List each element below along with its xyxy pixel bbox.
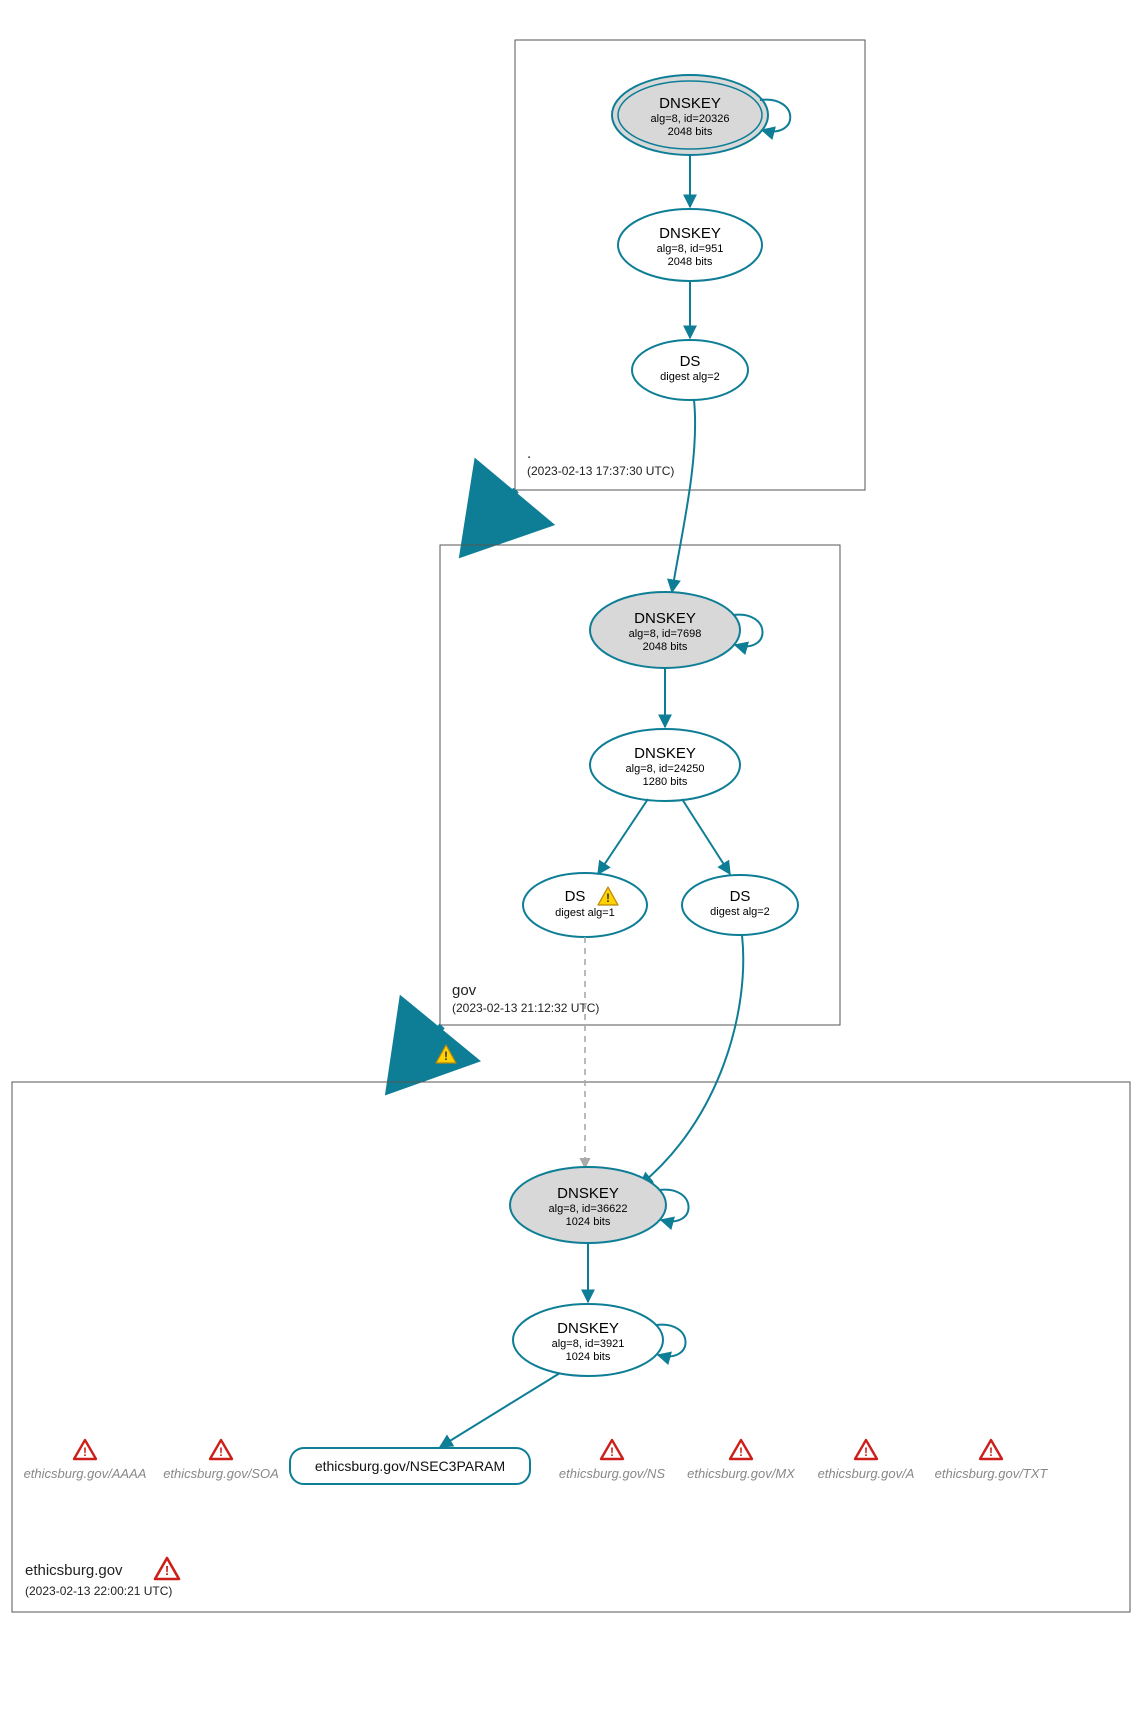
error-icon: !: [155, 1558, 179, 1579]
rr-mx: ! ethicsburg.gov/MX: [687, 1440, 796, 1481]
node-root-dnskey-zsk: DNSKEY alg=8, id=951 2048 bits: [618, 209, 762, 281]
edge-govds2-to-ethksk: [640, 935, 743, 1185]
edge-gov-zsk-to-ds1: [598, 799, 648, 874]
edge-gov-to-ethicsburg-deleg: [396, 1026, 442, 1082]
rr-a: ! ethicsburg.gov/A: [818, 1440, 915, 1481]
gov-zsk-l2: 1280 bits: [643, 776, 688, 788]
root-ksk-title: DNSKEY: [659, 95, 721, 112]
root-ds-title: DS: [680, 353, 701, 370]
svg-text:!: !: [606, 891, 610, 905]
rr-ns-label: ethicsburg.gov/NS: [559, 1466, 666, 1481]
error-icon: !: [855, 1440, 877, 1459]
svg-text:!: !: [83, 1445, 87, 1459]
error-icon: !: [730, 1440, 752, 1459]
error-icon: !: [601, 1440, 623, 1459]
root-zsk-title: DNSKEY: [659, 225, 721, 242]
node-gov-ds1: DS digest alg=1 !: [523, 873, 647, 937]
eth-nsec3-label: ethicsburg.gov/NSEC3PARAM: [315, 1458, 505, 1474]
gov-ds2-title: DS: [730, 888, 751, 905]
gov-ds2-l1: digest alg=2: [710, 906, 770, 918]
node-eth-dnskey-ksk: DNSKEY alg=8, id=36622 1024 bits: [510, 1167, 666, 1243]
eth-ksk-title: DNSKEY: [557, 1185, 619, 1202]
zone-root-label: .: [527, 445, 531, 462]
zone-gov-time: (2023-02-13 21:12:32 UTC): [452, 1001, 599, 1015]
error-icon: !: [74, 1440, 96, 1459]
edge-rootds-to-govksk: [672, 400, 695, 592]
zone-gov-label: gov: [452, 982, 477, 999]
gov-ksk-l1: alg=8, id=7698: [629, 628, 702, 640]
rr-soa: ! ethicsburg.gov/SOA: [163, 1440, 279, 1481]
node-eth-nsec3param: ethicsburg.gov/NSEC3PARAM: [290, 1448, 530, 1484]
zone-root-time: (2023-02-13 17:37:30 UTC): [527, 464, 674, 478]
eth-zsk-title: DNSKEY: [557, 1320, 619, 1337]
gov-ksk-l2: 2048 bits: [643, 641, 688, 653]
gov-zsk-l1: alg=8, id=24250: [626, 763, 705, 775]
svg-text:!: !: [610, 1445, 614, 1459]
eth-zsk-l1: alg=8, id=3921: [552, 1338, 625, 1350]
gov-ksk-title: DNSKEY: [634, 610, 696, 627]
svg-text:!: !: [444, 1049, 448, 1063]
root-ksk-l2: 2048 bits: [668, 126, 713, 138]
rr-txt: ! ethicsburg.gov/TXT: [935, 1440, 1049, 1481]
gov-zsk-title: DNSKEY: [634, 745, 696, 762]
node-gov-dnskey-ksk: DNSKEY alg=8, id=7698 2048 bits: [590, 592, 740, 668]
rr-aaaa-label: ethicsburg.gov/AAAA: [24, 1466, 147, 1481]
warning-icon: !: [436, 1045, 456, 1063]
rr-ns: ! ethicsburg.gov/NS: [559, 1440, 666, 1481]
svg-text:!: !: [165, 1563, 169, 1578]
edge-gov-zsk-to-ds2: [682, 799, 730, 874]
edge-root-to-gov-deleg: [470, 490, 516, 545]
node-eth-dnskey-zsk: DNSKEY alg=8, id=3921 1024 bits: [513, 1304, 663, 1376]
node-root-dnskey-ksk: DNSKEY alg=8, id=20326 2048 bits: [612, 75, 768, 155]
dnssec-graph: DNSKEY alg=8, id=20326 2048 bits DNSKEY …: [0, 0, 1147, 1715]
rr-aaaa: ! ethicsburg.gov/AAAA: [24, 1440, 147, 1481]
edge-eth-zsk-to-nsec3: [440, 1373, 560, 1447]
zone-eth-time: (2023-02-13 22:00:21 UTC): [25, 1584, 172, 1598]
rr-soa-label: ethicsburg.gov/SOA: [163, 1466, 279, 1481]
node-gov-dnskey-zsk: DNSKEY alg=8, id=24250 1280 bits: [590, 729, 740, 801]
root-ksk-l1: alg=8, id=20326: [651, 113, 730, 125]
gov-ds1-title: DS: [565, 888, 586, 905]
svg-text:!: !: [989, 1445, 993, 1459]
error-icon: !: [980, 1440, 1002, 1459]
svg-text:!: !: [739, 1445, 743, 1459]
rr-mx-label: ethicsburg.gov/MX: [687, 1466, 796, 1481]
eth-zsk-l2: 1024 bits: [566, 1351, 611, 1363]
root-ds-l1: digest alg=2: [660, 371, 720, 383]
svg-text:!: !: [864, 1445, 868, 1459]
root-zsk-l1: alg=8, id=951: [657, 243, 724, 255]
rr-txt-label: ethicsburg.gov/TXT: [935, 1466, 1049, 1481]
node-gov-ds2: DS digest alg=2: [682, 875, 798, 935]
gov-ds1-l1: digest alg=1: [555, 907, 615, 919]
node-root-ds: DS digest alg=2: [632, 340, 748, 400]
svg-text:!: !: [219, 1445, 223, 1459]
zone-eth-label: ethicsburg.gov: [25, 1562, 123, 1579]
eth-ksk-l1: alg=8, id=36622: [549, 1203, 628, 1215]
rr-a-label: ethicsburg.gov/A: [818, 1466, 915, 1481]
error-icon: !: [210, 1440, 232, 1459]
eth-ksk-l2: 1024 bits: [566, 1216, 611, 1228]
root-zsk-l2: 2048 bits: [668, 256, 713, 268]
